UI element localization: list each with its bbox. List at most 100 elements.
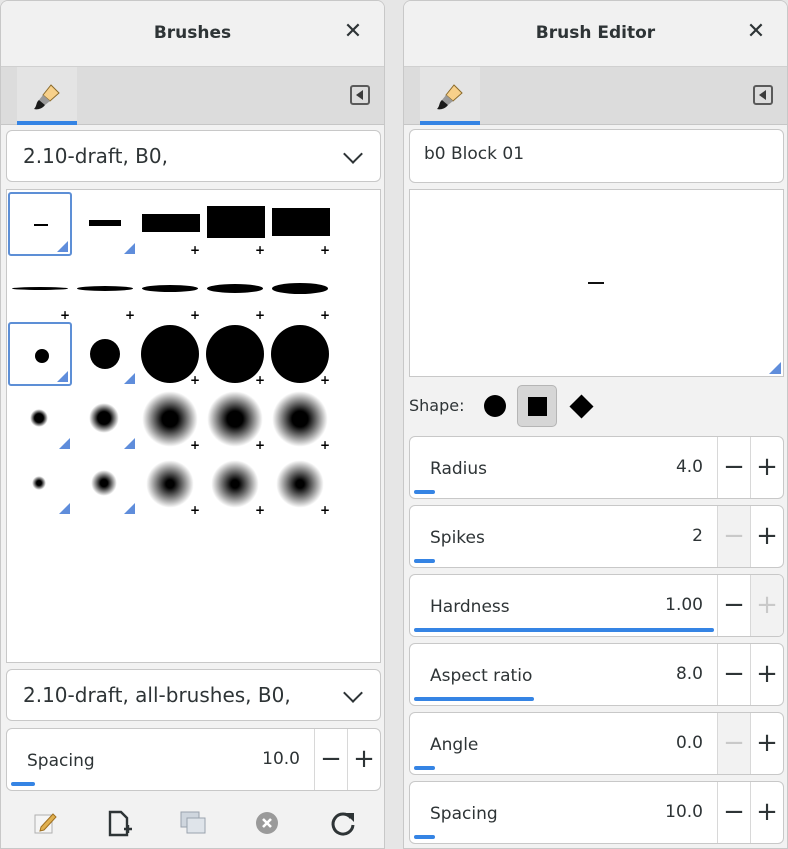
param-label: Radius <box>430 459 488 479</box>
brush-ellipse-03[interactable]: + <box>138 257 203 321</box>
param-radius-spinscale[interactable]: Radius 4.0− + <box>409 436 784 499</box>
param-label: Hardness <box>430 597 510 617</box>
increase-button[interactable]: + <box>750 782 783 843</box>
brush-preview <box>409 189 784 377</box>
preset-combo[interactable]: 2.10-draft, all-brushes, B0, <box>6 669 381 721</box>
increase-button[interactable]: + <box>750 506 783 567</box>
brush-hard-05[interactable]: + <box>268 322 333 386</box>
decrease-button[interactable]: − <box>717 713 750 774</box>
spacing-label: Spacing <box>27 751 95 771</box>
brush-soft-04[interactable]: + <box>203 387 268 451</box>
titlebar: Brush Editor ✕ <box>404 1 787 67</box>
edit-icon[interactable] <box>29 809 61 841</box>
chevron-down-icon <box>343 683 363 703</box>
brush-ellipse-02[interactable]: + <box>73 257 138 321</box>
brush-hard-03[interactable]: + <box>138 322 203 386</box>
brush-fuzzy-03[interactable]: + <box>138 452 203 516</box>
brush-filter-text: 2.10-draft, B0, <box>23 144 168 168</box>
brush-name-input[interactable] <box>424 144 764 164</box>
brush-hard-01[interactable] <box>8 322 72 386</box>
resize-corner-icon <box>769 362 781 374</box>
circle-shape-icon[interactable] <box>475 385 515 427</box>
close-icon[interactable]: ✕ <box>340 19 366 45</box>
increase-button[interactable]: + <box>750 437 783 498</box>
param-level-bar <box>414 766 435 770</box>
spacing-spinscale[interactable]: Spacing 10.0 − + <box>6 728 381 791</box>
param-aspect-ratio-spinscale[interactable]: Aspect ratio 8.0− + <box>409 643 784 706</box>
param-level-bar <box>414 835 435 839</box>
decrease-button[interactable]: − <box>717 644 750 705</box>
shape-selector: Shape: <box>409 385 784 427</box>
decrease-button[interactable]: − <box>717 575 750 636</box>
param-label: Spikes <box>430 528 485 548</box>
brush-soft-05[interactable]: + <box>268 387 333 451</box>
param-hardness-spinscale[interactable]: Hardness 1.00− + <box>409 574 784 637</box>
close-icon[interactable]: ✕ <box>743 19 769 45</box>
increase-button[interactable]: + <box>750 575 783 636</box>
decrease-button[interactable]: − <box>314 729 347 790</box>
param-spacing-spinscale[interactable]: Spacing 10.0− + <box>409 781 784 844</box>
refresh-icon[interactable] <box>327 809 359 841</box>
decrease-button[interactable]: − <box>717 437 750 498</box>
brush-actions-bar <box>1 801 384 848</box>
square-shape-icon[interactable] <box>517 385 557 427</box>
brush-block-01[interactable] <box>8 192 72 256</box>
param-value: 4.0 <box>675 457 703 477</box>
tab-bar <box>404 67 787 125</box>
brushes-dialog: Brushes ✕ 2.10-draft, B0, + + + + + + + … <box>0 0 385 849</box>
brush-ellipse-04[interactable]: + <box>203 257 268 321</box>
paintbrush-icon <box>437 84 463 110</box>
param-spikes-spinscale[interactable]: Spikes 2− + <box>409 505 784 568</box>
brush-name-field[interactable] <box>409 129 784 183</box>
spacing-value: 10.0 <box>262 749 300 769</box>
shape-label: Shape: <box>409 396 465 415</box>
brush-fuzzy-04[interactable]: + <box>203 452 268 516</box>
increase-button[interactable]: + <box>750 713 783 774</box>
dialog-title: Brushes <box>153 23 232 43</box>
decrease-button[interactable]: − <box>717 506 750 567</box>
brush-fuzzy-05[interactable]: + <box>268 452 333 516</box>
brush-soft-03[interactable]: + <box>138 387 203 451</box>
duplicate-icon[interactable] <box>177 809 209 841</box>
brush-soft-01[interactable] <box>8 387 72 451</box>
param-level-bar <box>414 490 435 494</box>
increase-button[interactable]: + <box>750 644 783 705</box>
param-value: 1.00 <box>665 595 703 615</box>
brush-hard-04[interactable]: + <box>203 322 268 386</box>
brush-fuzzy-02[interactable] <box>73 452 137 516</box>
brush-ellipse-05[interactable]: + <box>268 257 333 321</box>
chevron-down-icon <box>343 144 363 164</box>
param-value: 10.0 <box>665 802 703 822</box>
param-level-bar <box>414 559 435 563</box>
tab-brushes[interactable] <box>17 67 77 125</box>
brush-block-05[interactable]: + <box>268 192 333 256</box>
param-label: Spacing <box>430 804 498 824</box>
brush-block-02[interactable] <box>73 192 137 256</box>
brush-ellipse-01[interactable]: + <box>8 257 73 321</box>
tab-brush-editor[interactable] <box>420 67 480 125</box>
brush-block-04[interactable]: + <box>203 192 268 256</box>
param-label: Aspect ratio <box>430 666 533 686</box>
decrease-button[interactable]: − <box>717 782 750 843</box>
dialog-title: Brush Editor <box>535 23 656 43</box>
titlebar: Brushes ✕ <box>1 1 384 67</box>
tab-menu-icon[interactable] <box>753 85 773 105</box>
param-value: 8.0 <box>675 664 703 684</box>
diamond-shape-icon[interactable] <box>561 385 601 427</box>
new-brush-icon[interactable] <box>103 809 135 841</box>
brush-filter-combo[interactable]: 2.10-draft, B0, <box>6 130 381 182</box>
brush-grid: + + + + + + + + + + + + + + + + + <box>6 189 381 663</box>
brush-fuzzy-01[interactable] <box>8 452 72 516</box>
brush-soft-02[interactable] <box>73 387 137 451</box>
param-level-bar <box>414 628 714 632</box>
param-angle-spinscale[interactable]: Angle 0.0− + <box>409 712 784 775</box>
brush-preview-mark <box>588 282 604 284</box>
delete-icon[interactable] <box>251 809 283 841</box>
param-value: 2 <box>692 526 703 546</box>
brush-hard-02[interactable] <box>73 322 137 386</box>
brush-block-03[interactable]: + <box>138 192 203 256</box>
tab-menu-icon[interactable] <box>350 85 370 105</box>
param-label: Angle <box>430 735 479 755</box>
increase-button[interactable]: + <box>347 729 380 790</box>
param-level-bar <box>414 697 534 701</box>
